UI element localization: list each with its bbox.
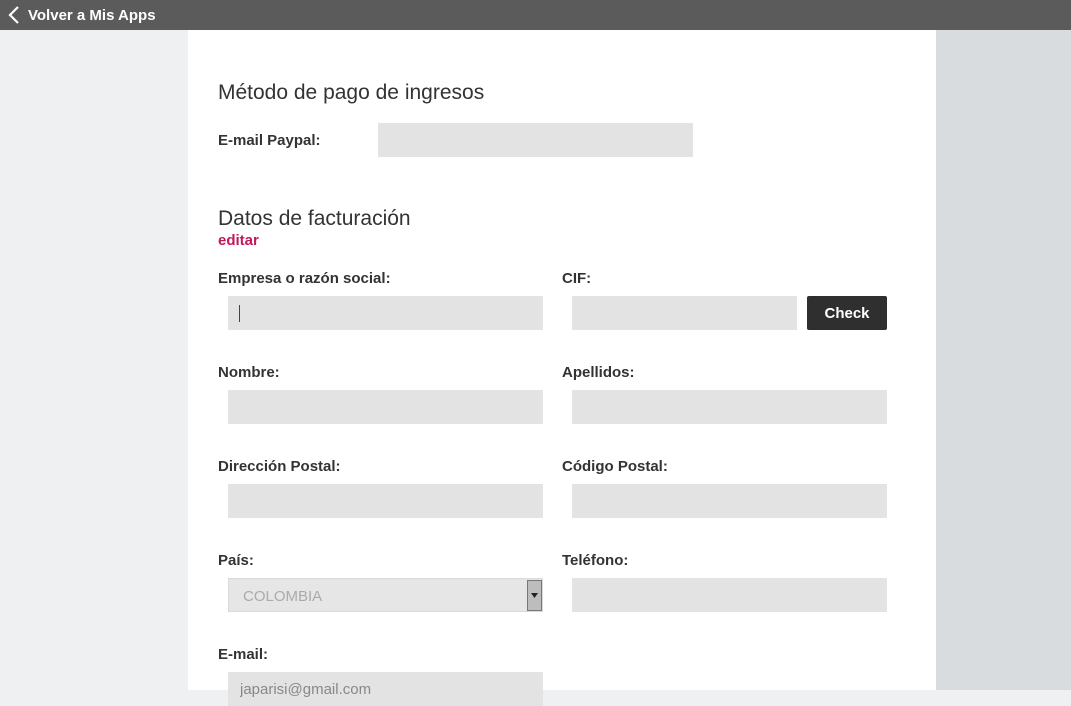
phone-input[interactable]	[572, 578, 887, 612]
address-label: Dirección Postal:	[218, 458, 341, 475]
cif-input[interactable]	[572, 296, 797, 330]
text-caret	[239, 305, 240, 322]
billing-section-title: Datos de facturación	[218, 207, 411, 230]
caret-down-icon[interactable]	[527, 580, 542, 611]
right-rail	[936, 30, 1071, 690]
postal-code-label: Código Postal:	[562, 458, 668, 475]
paypal-email-label: E-mail Paypal:	[218, 132, 321, 149]
last-name-label: Apellidos:	[562, 364, 635, 381]
paypal-email-input[interactable]	[378, 123, 693, 157]
chevron-left-icon	[8, 6, 19, 24]
payment-section-title: Método de pago de ingresos	[218, 81, 485, 104]
address-input[interactable]	[228, 484, 543, 518]
email-label: E-mail:	[218, 646, 269, 663]
settings-panel: Método de pago de ingresos E-mail Paypal…	[188, 30, 936, 706]
country-select-value: COLOMBIA	[243, 588, 323, 605]
company-field-wrap	[228, 296, 543, 330]
country-label: País:	[218, 552, 254, 569]
back-link-label: Volver a Mis Apps	[28, 6, 156, 24]
company-label: Empresa o razón social:	[218, 270, 391, 287]
last-name-input[interactable]	[572, 390, 887, 424]
first-name-label: Nombre:	[218, 364, 280, 381]
country-select[interactable]: COLOMBIA	[228, 578, 543, 612]
first-name-input[interactable]	[228, 390, 543, 424]
cif-label: CIF:	[562, 270, 592, 287]
edit-billing-link[interactable]: editar	[218, 232, 259, 249]
back-to-apps-link[interactable]: Volver a Mis Apps	[0, 0, 156, 30]
postal-code-input[interactable]	[572, 484, 887, 518]
email-input[interactable]	[228, 672, 543, 706]
top-bar: Volver a Mis Apps	[0, 0, 1071, 30]
check-cif-button[interactable]: Check	[807, 296, 887, 330]
phone-label: Teléfono:	[562, 552, 629, 569]
company-input[interactable]	[228, 296, 543, 330]
